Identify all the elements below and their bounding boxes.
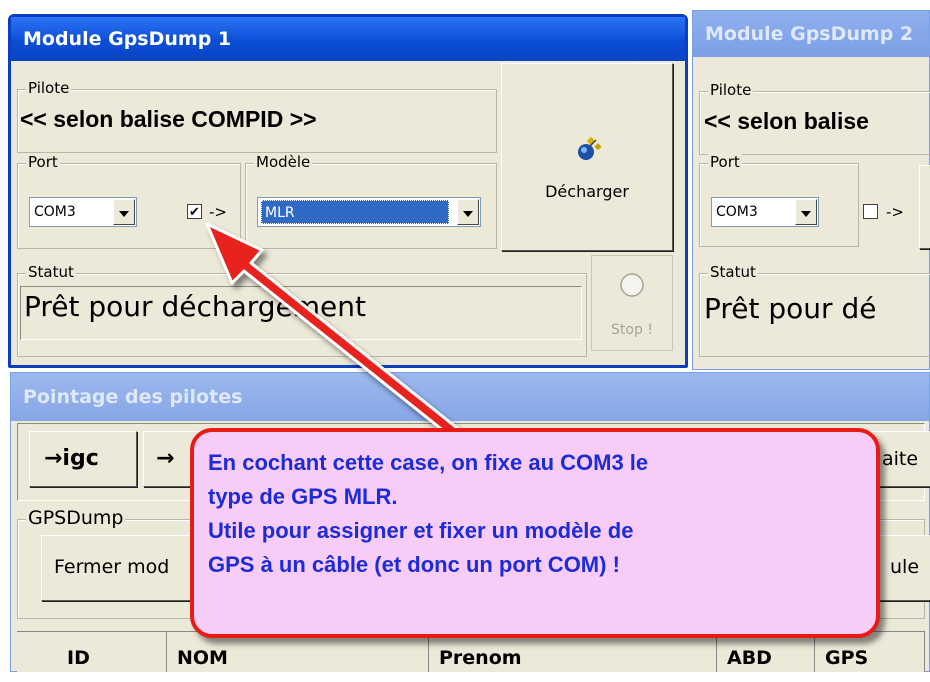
module1-pilote-value: << selon balise COMPID >> [20,106,317,132]
column-header-nom[interactable]: NOM [167,632,429,672]
module2-statut-value: Prêt pour dé [704,292,877,325]
module1-lock-checkbox[interactable]: ✔ [187,204,202,219]
module1-port-label: Port [26,153,60,171]
module1-modele-value: MLR [261,200,449,224]
callout-line-1: En cochant cette case, on fixe au COM3 l… [208,450,649,475]
fermer-module-label: Fermer mod [54,556,170,578]
module1-port-value: COM3 [34,204,76,220]
pointage-title: Pointage des pilotes [23,386,243,408]
module2-modele-button-edge[interactable] [919,165,930,249]
module2-lock-arrow: -> [886,203,904,221]
pilot-grid: ID NOM Prenom ABD GPS [17,631,925,682]
annotation-callout: En cochant cette case, on fixe au COM3 l… [190,428,880,638]
module2-port-label: Port [708,153,742,171]
column-header-abd[interactable]: ABD [717,632,815,672]
grid-row-indicator [17,632,58,672]
module1-statut-label: Statut [26,263,76,281]
module2-statut-label: Statut [708,263,758,281]
stop-circle-icon [620,273,644,297]
module2-lock-checkbox[interactable] [863,204,878,219]
right-toolbar-label: aite [882,448,919,470]
module1-pilote-group: Pilote << selon balise COMPID >> [17,79,497,153]
module2-title-bar[interactable]: Module GpsDump 2 [693,11,929,57]
module2-statut-group: Statut Prêt pour dé [699,263,930,357]
download-button[interactable]: Décharger [501,63,673,251]
module1-title: Module GpsDump 1 [23,28,232,50]
export-second-label: → [156,446,175,471]
gpsdump-label: GPSDump [26,507,126,529]
callout-line-3: Utile pour assigner et fixer un modèle d… [208,518,634,543]
stop-label: Stop ! [611,322,653,338]
pointage-title-bar[interactable]: Pointage des pilotes [11,373,929,421]
module2-pilote-label: Pilote [708,81,754,99]
column-header-id[interactable]: ID [57,632,167,672]
column-header-gps[interactable]: GPS [815,632,925,672]
export-igc-label: →igc [44,446,99,471]
module2-port-select[interactable]: COM3 [711,197,819,227]
download-label: Décharger [545,182,629,201]
stop-button: Stop ! [591,255,673,351]
dropdown-arrow-icon[interactable] [795,199,817,225]
export-igc-button[interactable]: →igc [29,431,137,487]
module2-pilote-group: Pilote << selon balise [699,81,930,155]
module-right-label: ule [890,556,920,578]
satellite-icon [578,136,602,160]
check-mark-icon: ✔ [189,204,200,219]
module1-title-bar[interactable]: Module GpsDump 1 [11,17,685,61]
dropdown-arrow-icon[interactable] [113,199,135,225]
module1-window: Module GpsDump 1 Pilote << selon balise … [8,14,688,368]
module2-pilote-value: << selon balise [704,108,869,134]
module1-modele-select[interactable]: MLR [257,197,481,227]
module2-port-value: COM3 [716,204,758,220]
module1-pilote-label: Pilote [26,79,72,97]
module1-statut-group: Statut Prêt pour déchargement [17,263,587,357]
module1-lock-arrow: -> [209,203,227,221]
callout-line-2: type de GPS MLR. [208,484,398,509]
callout-line-4: GPS à un câble (et donc un port COM) ! [208,552,620,577]
module1-port-select[interactable]: COM3 [29,197,137,227]
module1-statut-value: Prêt pour déchargement [24,290,367,323]
module2-title: Module GpsDump 2 [705,23,914,45]
dropdown-arrow-icon[interactable] [457,199,479,225]
column-header-prenom[interactable]: Prenom [429,632,717,672]
module2-window: Module GpsDump 2 Pilote << selon balise … [692,10,930,370]
module1-modele-label: Modèle [254,153,313,171]
